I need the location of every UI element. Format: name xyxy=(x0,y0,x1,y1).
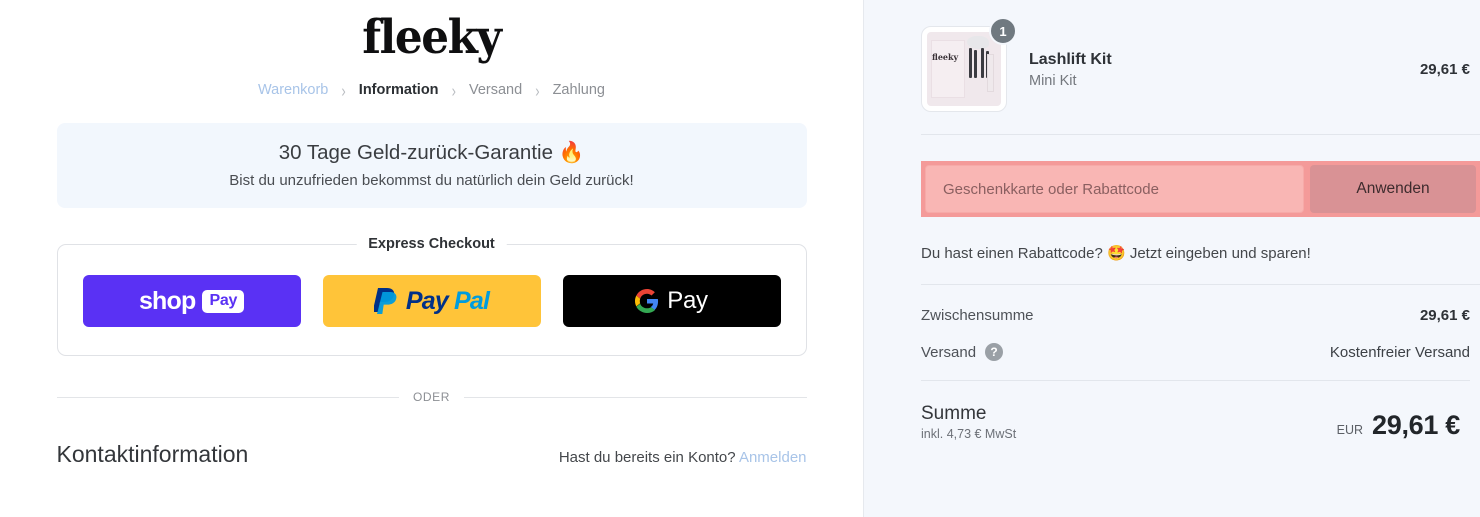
shop-pay-button[interactable]: shop Pay xyxy=(82,275,301,328)
shipping-row: Versand ? Kostenfreier Versand xyxy=(921,343,1470,361)
breadcrumb-item-warenkorb[interactable]: Warenkorb xyxy=(258,82,328,98)
breadcrumb: Warenkorb › Information › Versand › Zahl… xyxy=(57,80,807,101)
brush-icon xyxy=(974,50,977,78)
paypal-logo: Pay Pal xyxy=(373,286,490,316)
grand-total-labels: Summe inkl. 4,73 € MwSt xyxy=(921,403,1016,441)
checkout-page: fleeky Warenkorb › Information › Versand… xyxy=(0,0,1480,517)
shipping-label: Versand ? xyxy=(921,343,1004,361)
brand-logo-text: fleeky xyxy=(362,10,502,65)
breadcrumb-item-versand[interactable]: Versand xyxy=(469,82,522,98)
help-icon[interactable]: ? xyxy=(985,343,1004,361)
discount-hint-before: Du hast einen Rabattcode? xyxy=(921,245,1103,262)
chevron-right-icon: › xyxy=(451,80,456,101)
divider-line-left xyxy=(56,396,399,398)
page-title: Kontaktinformation xyxy=(56,441,249,468)
shipping-value: Kostenfreier Versand xyxy=(1329,343,1470,361)
product-variant: Mini Kit xyxy=(1029,73,1077,90)
summary-divider xyxy=(921,134,1480,135)
brush-icon xyxy=(969,48,972,78)
shop-pay-word: shop xyxy=(138,286,196,315)
subtotal-row: Zwischensumme 29,61 € xyxy=(921,307,1470,324)
google-g-icon xyxy=(635,289,659,314)
product-thumbnail-wrap: fleeky 1 xyxy=(921,17,1017,112)
paypal-word-pay: Pay xyxy=(405,286,449,315)
discount-hint: Du hast einen Rabattcode? 🤩 Jetzt eingeb… xyxy=(921,244,1480,262)
divider-line-right xyxy=(464,396,807,398)
guarantee-title-text: 30 Tage Geld-zurück-Garantie xyxy=(278,140,553,164)
grand-total-amount: EUR 29,61 € xyxy=(1336,410,1461,441)
or-divider: ODER xyxy=(56,390,807,405)
express-checkout-label: Express Checkout xyxy=(356,236,507,253)
paypal-word-pal: Pal xyxy=(453,286,490,315)
paypal-p-icon xyxy=(373,288,397,315)
product-price: 29,61 € xyxy=(1419,60,1470,78)
product-box-logo: fleeky xyxy=(932,52,959,62)
order-line-item: fleeky 1 Lashlift Kit Mini Kit 29,61 € xyxy=(921,17,1480,112)
breadcrumb-item-information[interactable]: Information xyxy=(359,82,439,98)
contact-information-header: Kontaktinformation Hast du bereits ein K… xyxy=(57,441,807,468)
shop-pay-pill: Pay xyxy=(202,289,245,313)
or-divider-label: ODER xyxy=(412,390,451,405)
shop-pay-logo: shop Pay xyxy=(138,286,245,316)
order-totals: Zwischensumme 29,61 € Versand ? Kostenfr… xyxy=(921,307,1480,441)
product-details: Lashlift Kit Mini Kit xyxy=(1029,49,1420,90)
product-box-icon xyxy=(931,40,965,98)
grand-total-label: Summe xyxy=(921,403,987,424)
grand-total-divider xyxy=(921,380,1470,381)
fire-icon: 🔥 xyxy=(558,139,585,164)
summary-divider xyxy=(921,284,1480,285)
google-pay-button[interactable]: Pay xyxy=(562,275,781,328)
subtotal-value: 29,61 € xyxy=(1419,307,1470,324)
paypal-button[interactable]: Pay Pal xyxy=(322,275,541,328)
existing-account-prompt: Hast du bereits ein Konto? Anmelden xyxy=(559,449,807,466)
guarantee-title: 30 Tage Geld-zurück-Garantie 🔥 xyxy=(67,140,797,166)
grand-total-row: Summe inkl. 4,73 € MwSt EUR 29,61 € xyxy=(921,403,1470,441)
order-summary-panel: fleeky 1 Lashlift Kit Mini Kit 29,61 € G… xyxy=(863,0,1480,517)
grand-total-tax-note: inkl. 4,73 € MwSt xyxy=(921,427,1017,441)
discount-code-input[interactable]: Geschenkkarte oder Rabattcode xyxy=(925,165,1304,213)
guarantee-subtitle: Bist du unzufrieden bekommst du natürlic… xyxy=(229,172,634,190)
google-pay-word: Pay xyxy=(667,287,708,315)
chevron-right-icon: › xyxy=(535,80,540,101)
express-payment-buttons: shop Pay Pay Pal Pay xyxy=(82,275,781,328)
shipping-label-text: Versand xyxy=(921,343,977,361)
product-title: Lashlift Kit xyxy=(1029,50,1112,68)
discount-hint-after: Jetzt eingeben und sparen! xyxy=(1129,245,1311,262)
product-image-art: fleeky xyxy=(927,32,1001,106)
mascara-tube-icon xyxy=(987,54,994,92)
brush-icon xyxy=(981,48,984,78)
grand-total-value: 29,61 € xyxy=(1372,410,1460,440)
google-pay-logo: Pay xyxy=(635,287,708,315)
grand-total-currency: EUR xyxy=(1336,423,1364,437)
chevron-right-icon: › xyxy=(341,80,346,101)
breadcrumb-item-zahlung[interactable]: Zahlung xyxy=(553,82,605,98)
quantity-badge: 1 xyxy=(989,17,1017,45)
money-back-guarantee-banner: 30 Tage Geld-zurück-Garantie 🔥 Bist du u… xyxy=(56,122,807,209)
existing-account-question: Hast du bereits ein Konto? xyxy=(558,449,736,467)
discount-code-row: Geschenkkarte oder Rabattcode Anwenden xyxy=(921,161,1480,217)
login-link[interactable]: Anmelden xyxy=(739,449,807,466)
subtotal-label: Zwischensumme xyxy=(921,307,1034,324)
brand-logo[interactable]: fleeky xyxy=(57,8,807,61)
express-checkout-section: Express Checkout shop Pay Pay Pal Pay xyxy=(56,236,807,357)
apply-discount-button[interactable]: Anwenden xyxy=(1310,165,1476,213)
star-struck-icon: 🤩 xyxy=(1106,244,1126,262)
checkout-main-column: fleeky Warenkorb › Information › Versand… xyxy=(0,0,863,517)
